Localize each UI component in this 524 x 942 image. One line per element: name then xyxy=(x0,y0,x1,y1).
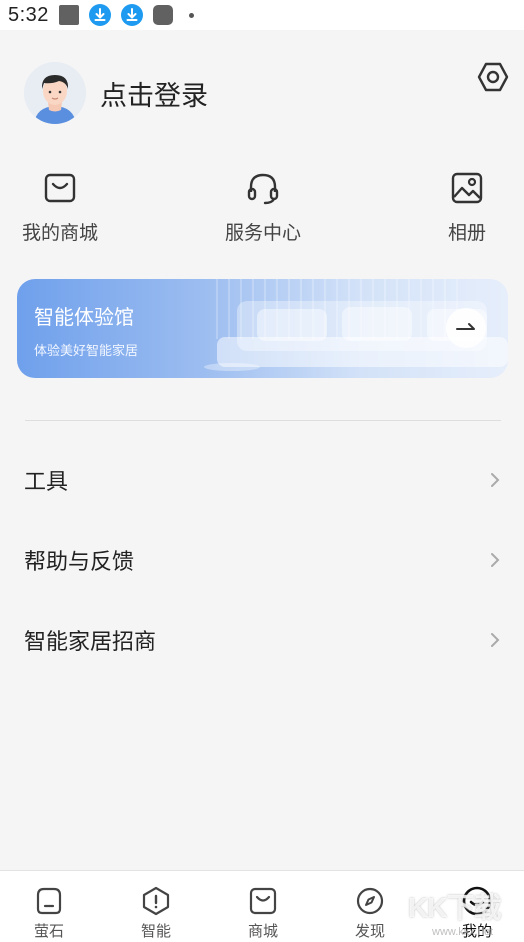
download-icon xyxy=(120,4,143,26)
tab-mall[interactable]: 商城 xyxy=(228,871,298,941)
more-notifications-dot xyxy=(188,12,194,18)
menu-item-help-feedback[interactable]: 帮助与反馈 xyxy=(24,540,502,580)
experience-hall-banner[interactable]: 智能体验馆 体验美好智能家居 xyxy=(17,279,508,378)
shopping-bag-icon xyxy=(249,887,277,915)
quick-action-album[interactable]: 相册 xyxy=(407,170,524,245)
shopping-bag-icon xyxy=(44,173,76,203)
photo-album-icon xyxy=(451,172,483,204)
status-bar: 5:32 xyxy=(0,0,524,30)
chevron-right-icon xyxy=(491,553,500,567)
arrow-right-icon xyxy=(456,323,475,330)
notification-icon xyxy=(58,5,79,25)
compass-icon xyxy=(356,887,384,915)
download-icon xyxy=(88,4,111,26)
tab-discover[interactable]: 发现 xyxy=(335,871,405,941)
settings-button[interactable] xyxy=(476,60,510,94)
quick-action-service[interactable]: 服务中心 xyxy=(203,170,323,245)
profile-header[interactable]: 点击登录 xyxy=(24,62,208,124)
home-device-icon xyxy=(36,887,62,915)
menu-item-tools[interactable]: 工具 xyxy=(24,460,502,500)
quick-action-label: 我的商城 xyxy=(21,223,98,244)
tab-ezviz[interactable]: 萤石 xyxy=(14,871,84,941)
chevron-right-icon xyxy=(491,633,500,647)
watermark-url: www.kkx.net xyxy=(432,926,494,938)
smart-shield-icon xyxy=(142,886,170,916)
banner-title: 智能体验馆 xyxy=(34,307,134,329)
status-time: 5:32 xyxy=(8,3,49,26)
quick-action-mall[interactable]: 我的商城 xyxy=(0,170,120,245)
menu-item-smart-home-partners[interactable]: 智能家居招商 xyxy=(24,620,502,660)
avatar[interactable] xyxy=(24,62,86,124)
quick-action-label: 相册 xyxy=(447,223,486,244)
tab-label: 萤石 xyxy=(33,923,64,940)
menu-item-label: 帮助与反馈 xyxy=(24,549,135,574)
tab-label: 智能 xyxy=(140,923,171,940)
menu-item-label: 智能家居招商 xyxy=(24,629,157,654)
menu-item-label: 工具 xyxy=(24,469,69,494)
banner-arrow-button[interactable] xyxy=(446,308,486,348)
headset-icon xyxy=(247,173,279,205)
quick-actions: 我的商城 服务中心 相册 xyxy=(0,170,524,250)
app-notification-icon xyxy=(152,5,173,25)
tab-smart[interactable]: 智能 xyxy=(121,871,191,941)
tab-label: 发现 xyxy=(354,923,385,940)
quick-action-label: 服务中心 xyxy=(224,223,301,244)
settings-icon xyxy=(477,62,509,92)
tab-label: 商城 xyxy=(247,923,278,940)
chevron-right-icon xyxy=(491,473,500,487)
divider xyxy=(25,420,501,421)
watermark-logo: KK下载 xyxy=(408,892,501,923)
login-link[interactable]: 点击登录 xyxy=(100,74,208,113)
banner-subtitle: 体验美好智能家居 xyxy=(34,343,139,358)
